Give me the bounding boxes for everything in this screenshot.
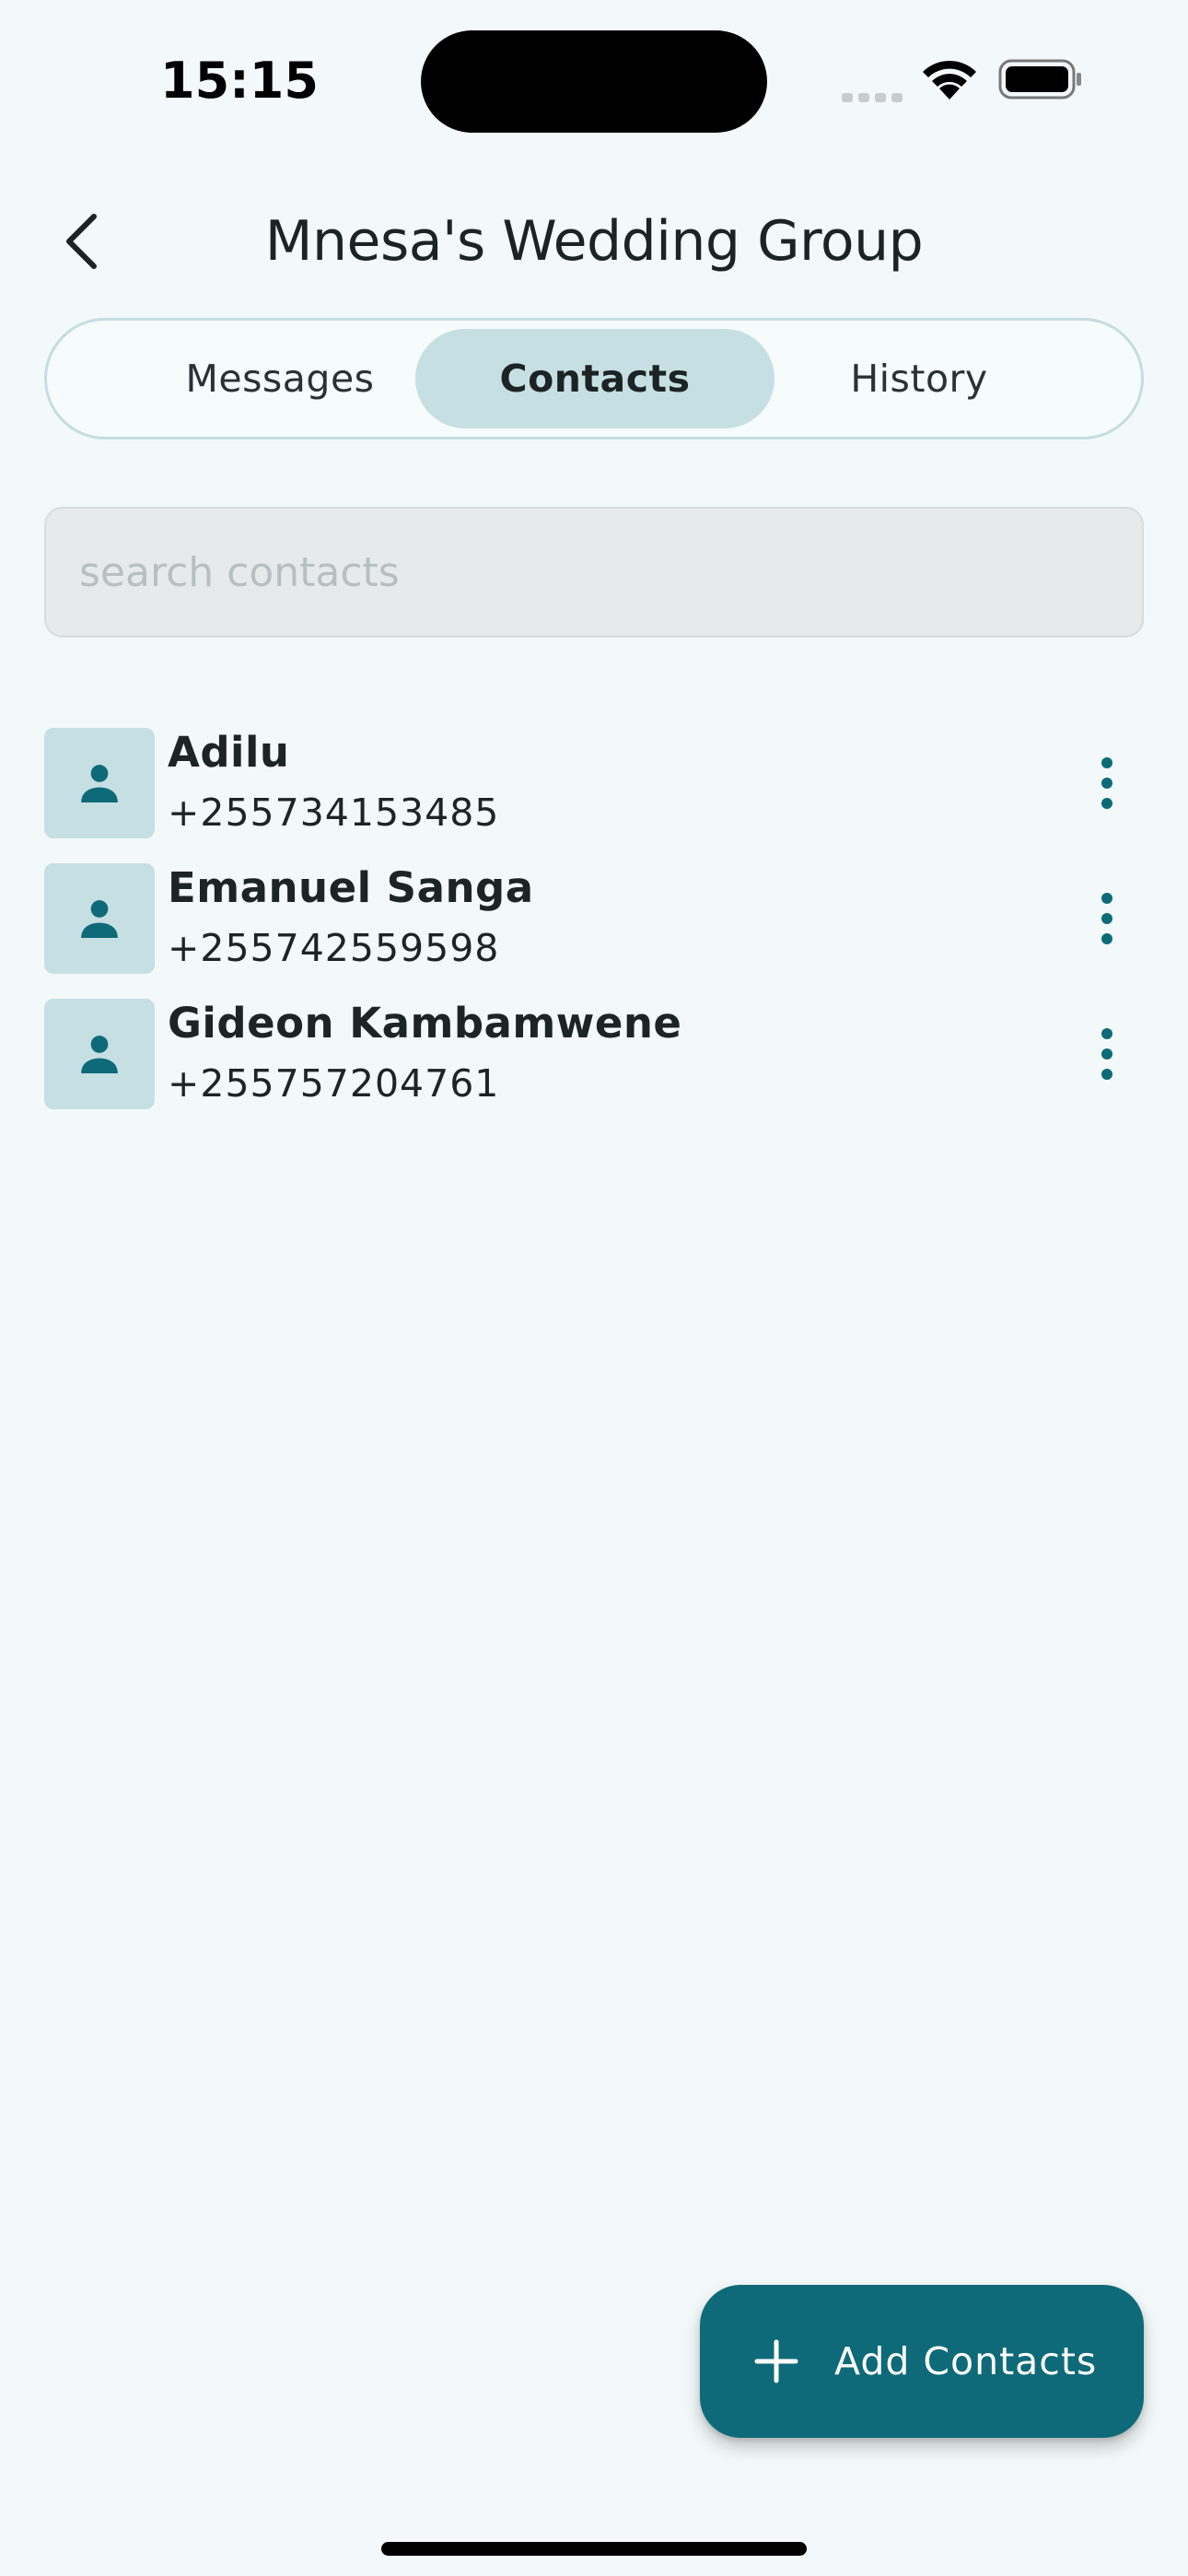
contact-phone: +255734153485	[168, 790, 500, 835]
contacts-screen: 15:15 Mnesa's Wedding Group Messages Con…	[0, 0, 1188, 2576]
contact-name: Gideon Kambamwene	[168, 999, 682, 1048]
tab-contacts[interactable]: Contacts	[415, 329, 775, 428]
contact-name: Adilu	[168, 728, 290, 777]
segmented-tabs: Messages Contacts History	[44, 318, 1144, 439]
person-icon	[81, 765, 118, 802]
status-time: 15:15	[160, 52, 319, 110]
wifi-icon	[923, 60, 976, 100]
add-contacts-button[interactable]: Add Contacts	[700, 2285, 1144, 2438]
person-icon	[81, 900, 118, 938]
person-icon	[81, 1036, 118, 1073]
list-item[interactable]: Adilu +255734153485	[44, 728, 1144, 840]
battery-icon	[998, 59, 1081, 100]
back-button[interactable]	[48, 205, 114, 278]
more-options-button[interactable]	[1079, 882, 1135, 955]
cellular-signal-icon	[842, 85, 908, 102]
more-vertical-icon	[1101, 1028, 1112, 1080]
search-field-container	[44, 507, 1144, 638]
chevron-left-icon	[66, 214, 97, 269]
avatar	[44, 999, 155, 1109]
more-vertical-icon	[1101, 757, 1112, 809]
contact-phone: +255742559598	[168, 926, 500, 970]
page-title: Mnesa's Wedding Group	[264, 209, 924, 274]
avatar	[44, 863, 155, 974]
list-item[interactable]: Gideon Kambamwene +255757204761	[44, 999, 1144, 1111]
dynamic-island	[421, 30, 767, 133]
more-options-button[interactable]	[1079, 1017, 1135, 1091]
status-bar: 15:15	[0, 0, 1188, 157]
more-options-button[interactable]	[1079, 746, 1135, 820]
add-contacts-label: Add Contacts	[834, 2339, 1098, 2383]
contact-phone: +255757204761	[168, 1061, 500, 1106]
tab-messages[interactable]: Messages	[100, 329, 460, 428]
plus-icon	[754, 2339, 798, 2383]
list-item[interactable]: Emanuel Sanga +255742559598	[44, 863, 1144, 976]
more-vertical-icon	[1101, 893, 1112, 944]
tab-history[interactable]: History	[740, 329, 1099, 428]
avatar	[44, 728, 155, 838]
contact-name: Emanuel Sanga	[168, 863, 534, 912]
home-indicator[interactable]	[381, 2542, 807, 2556]
search-input[interactable]	[46, 509, 1142, 636]
